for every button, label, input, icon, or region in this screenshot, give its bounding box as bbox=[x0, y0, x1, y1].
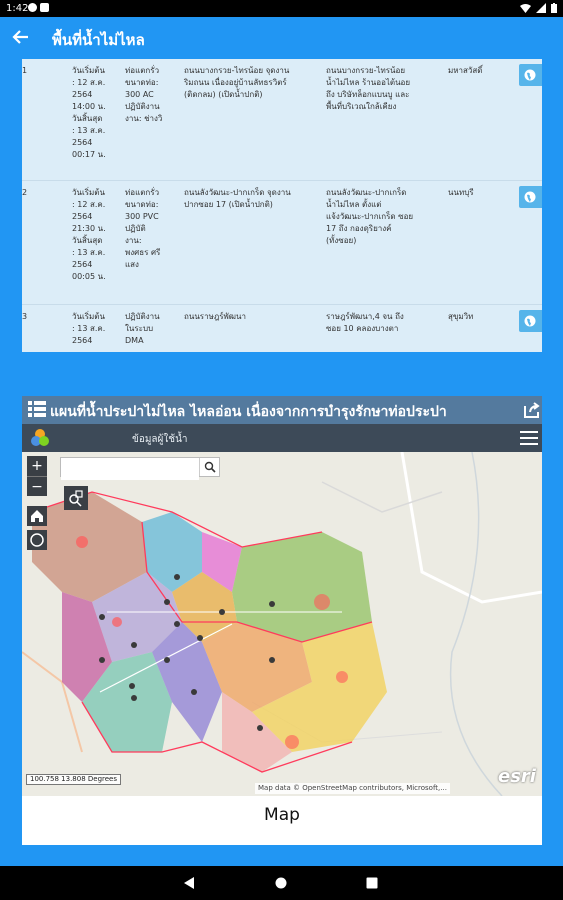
row-cause: ท่อแตกรั่ว ขนาดท่อ: 300 AC ปฏิบัติงาน งา… bbox=[125, 66, 163, 123]
query-tool-button[interactable] bbox=[64, 486, 88, 510]
locate-button[interactable] bbox=[519, 310, 542, 332]
status-time: 1:42 bbox=[6, 3, 29, 14]
status-bar: 1:42 bbox=[0, 0, 563, 17]
map-caption: Map bbox=[22, 796, 542, 845]
nav-back-icon[interactable] bbox=[183, 877, 195, 889]
outage-table[interactable]: 1 วันเริ่มต้น : 12 ส.ค. 2564 14:00 น. วั… bbox=[22, 59, 542, 352]
map-toolbar: ข้อมูลผู้ใช้น้ำ bbox=[22, 424, 542, 452]
notification-icon bbox=[28, 3, 37, 12]
search-button[interactable] bbox=[199, 458, 219, 476]
row-area: ถนนลังวัฒนะ-ปากเกร็ด น้ำไม่ไหล ตั้งแต่ แ… bbox=[326, 188, 414, 245]
row-district: มหาสวัสดิ์ bbox=[448, 66, 483, 75]
system-nav-bar bbox=[0, 866, 563, 900]
page-title: พื้นที่น้ำไม่ไหล bbox=[52, 31, 145, 49]
row-district: นนทบุรี bbox=[448, 188, 474, 197]
row-cause: ท่อแตกรั่ว ขนาดท่อ: 300 PVC ปฏิบัติ งาน:… bbox=[125, 188, 161, 269]
wifi-icon bbox=[520, 4, 531, 13]
zoom-control: + − bbox=[27, 456, 47, 496]
back-button[interactable] bbox=[10, 26, 32, 48]
esri-logo: esri bbox=[498, 766, 536, 787]
toolbar-label: ข้อมูลผู้ใช้น้ำ bbox=[132, 434, 188, 445]
hamburger-menu-icon[interactable] bbox=[520, 430, 538, 446]
map-search-input[interactable] bbox=[61, 462, 199, 480]
row-number: 2 bbox=[22, 188, 28, 197]
map-view[interactable]: + − 100.758 13.808 Degrees Map data © Op… bbox=[22, 452, 542, 796]
share-icon[interactable] bbox=[522, 400, 542, 420]
locate-button[interactable] bbox=[519, 64, 542, 86]
status-notification-icons bbox=[28, 3, 49, 12]
map-attribution: Map data © OpenStreetMap contributors, M… bbox=[255, 783, 450, 794]
table-row: 2 วันเริ่มต้น : 12 ส.ค. 2564 21:30 น. วั… bbox=[22, 181, 542, 305]
app-logo-icon bbox=[31, 429, 49, 446]
circle-icon bbox=[30, 533, 44, 547]
arrow-left-icon bbox=[12, 30, 28, 44]
search-icon bbox=[204, 461, 216, 473]
scale-readout: 100.758 13.808 Degrees bbox=[26, 774, 122, 785]
app-bar: พื้นที่น้ำไม่ไหล bbox=[0, 17, 563, 59]
storage-icon bbox=[40, 3, 49, 12]
table-row: 3 วันเริ่มต้น : 13 ส.ค. 2564 ปฏิบัติงาน … bbox=[22, 305, 542, 352]
row-date: วันเริ่มต้น : 12 ส.ค. 2564 21:30 น. วันส… bbox=[72, 188, 106, 281]
district-map bbox=[22, 452, 542, 796]
row-road: ถนนราษฎร์พัฒนา bbox=[184, 312, 246, 321]
row-area: ราษฎร์พัฒนา,4 จน ถึง ซอย 10 คลองบางตา bbox=[326, 312, 404, 333]
nav-recents-icon[interactable] bbox=[366, 877, 378, 889]
locate-me-button[interactable] bbox=[27, 530, 47, 550]
row-area: ถนนบางกรวย-ไทรน้อย น้ำไม่ไหล ร้านออไต้นอ… bbox=[326, 66, 411, 111]
row-road: ถนนบางกรวย-ไทรน้อย จุดงาน ริมถนน เนื่องอ… bbox=[184, 66, 290, 99]
row-number: 1 bbox=[22, 66, 28, 75]
status-right-icons bbox=[520, 3, 557, 13]
home-button[interactable] bbox=[27, 506, 47, 526]
map-header: แผนที่น้ำประปาไม่ไหล ไหลอ่อน เนื่องจากกา… bbox=[22, 396, 542, 424]
home-icon bbox=[31, 510, 43, 522]
query-icon bbox=[69, 490, 83, 507]
row-road: ถนนลังวัฒนะ-ปากเกร็ด จุดงาน ปากซอย 17 (เ… bbox=[184, 188, 291, 209]
list-icon bbox=[28, 401, 46, 417]
zoom-out-button[interactable]: − bbox=[27, 476, 47, 496]
globe-icon bbox=[524, 315, 536, 327]
row-date: วันเริ่มต้น : 12 ส.ค. 2564 14:00 น. วันส… bbox=[72, 66, 106, 159]
table-row: 1 วันเริ่มต้น : 12 ส.ค. 2564 14:00 น. วั… bbox=[22, 59, 542, 181]
nav-home-icon[interactable] bbox=[275, 877, 287, 889]
map-title: แผนที่น้ำประปาไม่ไหล ไหลอ่อน เนื่องจากกา… bbox=[50, 404, 447, 420]
row-cause: ปฏิบัติงาน ในระบบ DMA bbox=[125, 312, 160, 345]
signal-icon bbox=[536, 3, 546, 13]
battery-icon bbox=[551, 3, 557, 13]
map-search bbox=[60, 457, 220, 480]
zoom-in-button[interactable]: + bbox=[27, 456, 47, 476]
row-date: วันเริ่มต้น : 13 ส.ค. 2564 bbox=[72, 312, 106, 345]
locate-button[interactable] bbox=[519, 186, 542, 208]
globe-icon bbox=[524, 191, 536, 203]
row-number: 3 bbox=[22, 312, 28, 321]
row-district: สุขุมวิท bbox=[448, 312, 474, 321]
globe-icon bbox=[524, 69, 536, 81]
